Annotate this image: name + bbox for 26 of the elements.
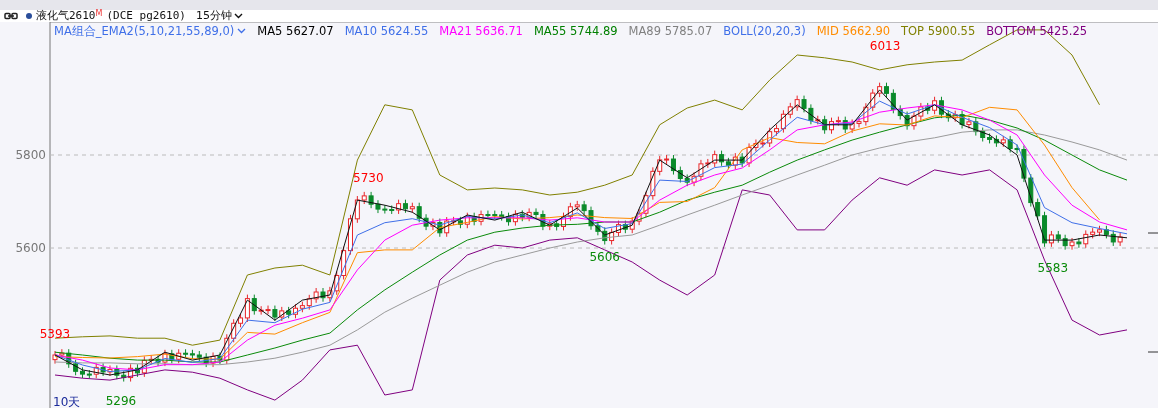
indicator-legend: TOP 5900.55 bbox=[901, 24, 976, 38]
superscript-label: M bbox=[95, 10, 103, 18]
axis-label: 5600 bbox=[15, 241, 46, 255]
link-icon[interactable] bbox=[4, 12, 18, 20]
price-label: 5393 bbox=[39, 327, 71, 342]
status-dot bbox=[26, 13, 32, 19]
indicator-legend: BOLL(20,20,3) bbox=[723, 24, 806, 38]
chevron-icon bbox=[233, 13, 243, 19]
price-label: 5606 bbox=[589, 250, 620, 265]
indicator-legend: MA5 5627.07 bbox=[257, 24, 334, 38]
price-label: 5730 bbox=[353, 170, 384, 185]
indicator-legend: MA89 5785.07 bbox=[628, 24, 713, 38]
price-label: 6013 bbox=[869, 38, 901, 53]
indicator-legend: BOTTOM 5425.25 bbox=[986, 24, 1088, 38]
price-label: 5296 bbox=[105, 394, 137, 408]
indicator-legend: MA21 5636.71 bbox=[439, 24, 523, 38]
interval-dropdown[interactable]: 15分钟 bbox=[195, 10, 243, 22]
indicator-dropdown[interactable]: MA组合_EMA2(5,10,21,55,89,0) bbox=[54, 23, 247, 39]
indicator-legend: MA10 5624.55 bbox=[344, 24, 429, 38]
axis-label: 5800 bbox=[15, 148, 46, 162]
symbol-code: (DCE pg2610) bbox=[106, 10, 186, 22]
price-label: 5583 bbox=[1037, 260, 1069, 275]
indicator-legend: MID 5662.90 bbox=[816, 24, 891, 38]
symbol-name: 液化气2610 bbox=[36, 10, 96, 22]
indicator-legend: MA55 5744.89 bbox=[533, 24, 618, 38]
period-label: 10天 bbox=[53, 395, 81, 408]
